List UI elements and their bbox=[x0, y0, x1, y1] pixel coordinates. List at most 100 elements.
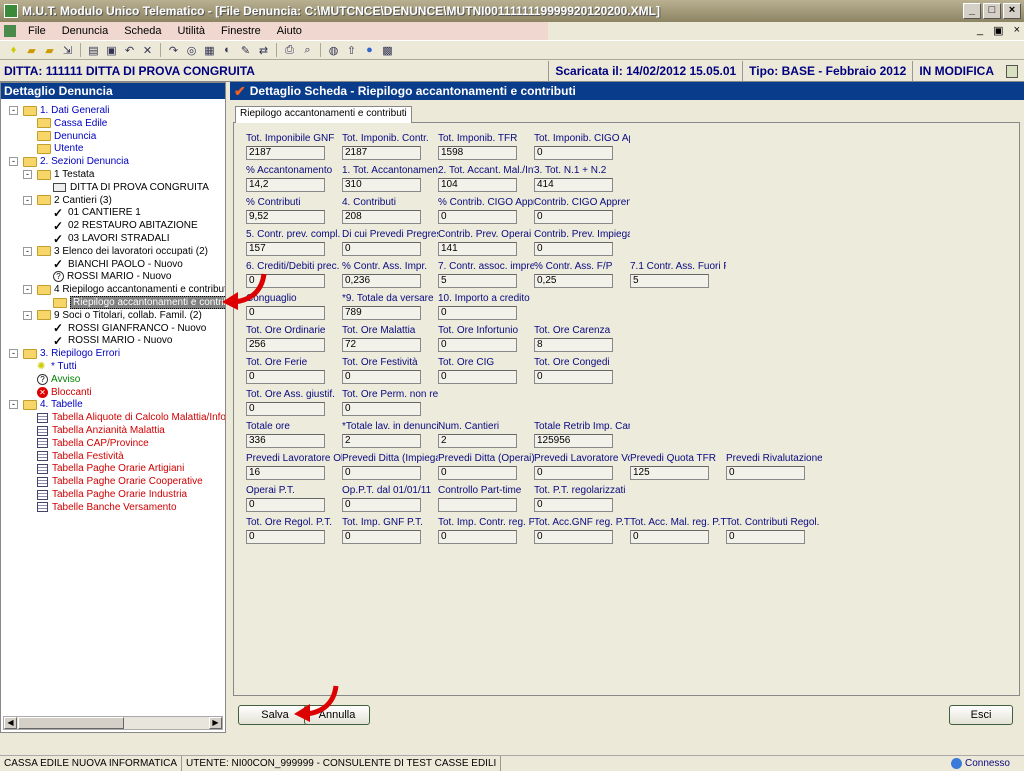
check-icon[interactable]: ◎ bbox=[184, 43, 199, 58]
field-value[interactable]: 14,2 bbox=[246, 178, 325, 192]
tree-node[interactable]: ✓ ROSSI MARIO - Nuovo bbox=[53, 334, 172, 348]
field-value[interactable]: 0 bbox=[246, 530, 325, 544]
scroll-thumb[interactable] bbox=[18, 717, 124, 729]
menu-utilita[interactable]: Utilità bbox=[170, 25, 214, 37]
field-value[interactable]: 0 bbox=[534, 210, 613, 224]
field-value[interactable]: 0 bbox=[342, 466, 421, 480]
field-value[interactable]: 0 bbox=[534, 498, 613, 512]
tree-node[interactable]: Cassa Edile bbox=[37, 117, 107, 130]
tree-node[interactable]: ✓ 01 CANTIERE 1 bbox=[53, 206, 141, 220]
field-value[interactable]: 0 bbox=[438, 210, 517, 224]
field-value[interactable]: 0,25 bbox=[534, 274, 613, 288]
field-value[interactable]: 0,236 bbox=[342, 274, 421, 288]
document-icon[interactable] bbox=[0, 25, 20, 37]
open-folder-icon[interactable]: ▰ bbox=[24, 43, 39, 58]
field-value[interactable]: 0 bbox=[342, 242, 421, 256]
scroll-left-icon[interactable]: ◀ bbox=[4, 717, 17, 729]
tree-node[interactable]: ✺ * Tutti bbox=[37, 360, 77, 373]
field-value[interactable]: 104 bbox=[438, 178, 517, 192]
tree-node[interactable]: 4. Tabelle bbox=[23, 398, 83, 411]
chart-icon[interactable]: ▦ bbox=[202, 43, 217, 58]
field-value[interactable]: 0 bbox=[246, 402, 325, 416]
field-value[interactable]: 0 bbox=[534, 146, 613, 160]
menu-scheda[interactable]: Scheda bbox=[116, 25, 169, 37]
tree-node[interactable]: ✓ 03 LAVORI STRADALI bbox=[53, 232, 170, 246]
field-value[interactable]: 0 bbox=[534, 466, 613, 480]
field-value[interactable]: 0 bbox=[534, 370, 613, 384]
tree-node[interactable]: Riepilogo accantonamenti e contributi bbox=[53, 296, 225, 309]
tab-riepilogo[interactable]: Riepilogo accantonamenti e contributi bbox=[235, 106, 412, 123]
field-value[interactable]: 0 bbox=[438, 338, 517, 352]
verify-icon[interactable]: ◐ bbox=[220, 43, 235, 58]
transfer-icon[interactable]: ⇄ bbox=[256, 43, 271, 58]
horizontal-scrollbar[interactable]: ◀ ▶ bbox=[3, 716, 223, 730]
save-icon[interactable]: ▣ bbox=[104, 43, 119, 58]
menu-file[interactable]: File bbox=[20, 25, 54, 37]
field-value[interactable]: 125 bbox=[630, 466, 709, 480]
field-value[interactable]: 0 bbox=[438, 306, 517, 320]
field-value[interactable]: 125956 bbox=[534, 434, 613, 448]
tree-node[interactable]: Tabella Paghe Orarie Cooperative bbox=[37, 475, 203, 488]
field-value[interactable]: 2 bbox=[438, 434, 517, 448]
tree-node[interactable]: Tabella Paghe Orarie Artigiani bbox=[37, 462, 184, 475]
expand-toggle-icon[interactable]: - bbox=[9, 106, 18, 115]
tree-node[interactable]: Utente bbox=[37, 142, 83, 155]
print-icon[interactable]: ⎙ bbox=[282, 43, 297, 58]
field-value[interactable]: 789 bbox=[342, 306, 421, 320]
undo-icon[interactable]: ↶ bbox=[122, 43, 137, 58]
refresh-icon[interactable]: ↷ bbox=[166, 43, 181, 58]
expand-toggle-icon[interactable]: - bbox=[23, 285, 32, 295]
pencil-icon[interactable]: ✎ bbox=[238, 43, 253, 58]
expand-toggle-icon[interactable]: - bbox=[23, 310, 32, 320]
field-value[interactable]: 16 bbox=[246, 466, 325, 480]
field-value[interactable]: 0 bbox=[342, 530, 421, 544]
menu-finestre[interactable]: Finestre bbox=[213, 25, 269, 37]
folder-icon[interactable]: ▰ bbox=[42, 43, 57, 58]
field-value[interactable] bbox=[438, 498, 517, 512]
tree-node[interactable]: 4 Riepilogo accantonamenti e contributi bbox=[37, 283, 225, 296]
expand-toggle-icon[interactable]: - bbox=[23, 170, 32, 179]
expand-toggle-icon[interactable]: - bbox=[9, 349, 18, 359]
mdi-minimize-button[interactable]: _ bbox=[977, 24, 983, 37]
tree-node[interactable]: 3. Riepilogo Errori bbox=[23, 347, 120, 360]
mdi-restore-button[interactable]: ▣ bbox=[993, 24, 1003, 37]
upload-icon[interactable]: ⇧ bbox=[344, 43, 359, 58]
field-value[interactable]: 2187 bbox=[342, 146, 421, 160]
field-value[interactable]: 0 bbox=[726, 530, 805, 544]
tree-node[interactable]: 9 Soci o Titolari, collab. Famil. (2) bbox=[37, 309, 202, 322]
export-icon[interactable]: ⇲ bbox=[60, 43, 75, 58]
network-icon[interactable]: ◍ bbox=[326, 43, 341, 58]
menu-denuncia[interactable]: Denuncia bbox=[54, 25, 116, 37]
calculator-icon[interactable]: ▩ bbox=[380, 43, 395, 58]
field-value[interactable]: 0 bbox=[438, 466, 517, 480]
tree-node[interactable]: Tabella Aliquote di Calcolo Malattia/Inf… bbox=[37, 411, 225, 424]
tree-node[interactable]: Tabelle Banche Versamento bbox=[37, 501, 177, 514]
tree-node[interactable]: Tabella Anzianità Malattia bbox=[37, 424, 165, 437]
field-value[interactable]: 0 bbox=[438, 370, 517, 384]
exit-button[interactable]: Esci bbox=[949, 705, 1013, 725]
field-value[interactable]: 0 bbox=[342, 402, 421, 416]
expand-toggle-icon[interactable]: - bbox=[23, 195, 32, 205]
mdi-close-button[interactable]: × bbox=[1014, 24, 1020, 37]
tree-node[interactable]: Tabella CAP/Province bbox=[37, 437, 149, 450]
tree-node[interactable]: 3 Elenco dei lavoratori occupati (2) bbox=[37, 245, 208, 258]
field-value[interactable]: 157 bbox=[246, 242, 325, 256]
minimize-button[interactable]: _ bbox=[963, 3, 981, 19]
expand-toggle-icon[interactable]: - bbox=[23, 246, 32, 256]
new-icon[interactable]: ▤ bbox=[86, 43, 101, 58]
tree-node[interactable]: 2 Cantieri (3) bbox=[37, 194, 112, 207]
field-value[interactable]: 0 bbox=[246, 498, 325, 512]
delete-icon[interactable]: ✕ bbox=[140, 43, 155, 58]
tree-node[interactable]: ✓ 02 RESTAURO ABITAZIONE bbox=[53, 219, 198, 233]
field-value[interactable]: 1598 bbox=[438, 146, 517, 160]
field-value[interactable]: 0 bbox=[342, 498, 421, 512]
field-value[interactable]: 336 bbox=[246, 434, 325, 448]
lightbulb-icon[interactable]: ♦ bbox=[6, 43, 21, 58]
globe-icon[interactable]: ● bbox=[362, 43, 377, 58]
expand-toggle-icon[interactable]: - bbox=[9, 157, 18, 167]
tree-node[interactable]: Tabella Festività bbox=[37, 450, 124, 463]
tree-node[interactable]: DITTA DI PROVA CONGRUITA bbox=[53, 181, 209, 194]
tree-node[interactable]: ✓ ROSSI GIANFRANCO - Nuovo bbox=[53, 321, 206, 335]
field-value[interactable]: 9,52 bbox=[246, 210, 325, 224]
field-value[interactable]: 2187 bbox=[246, 146, 325, 160]
